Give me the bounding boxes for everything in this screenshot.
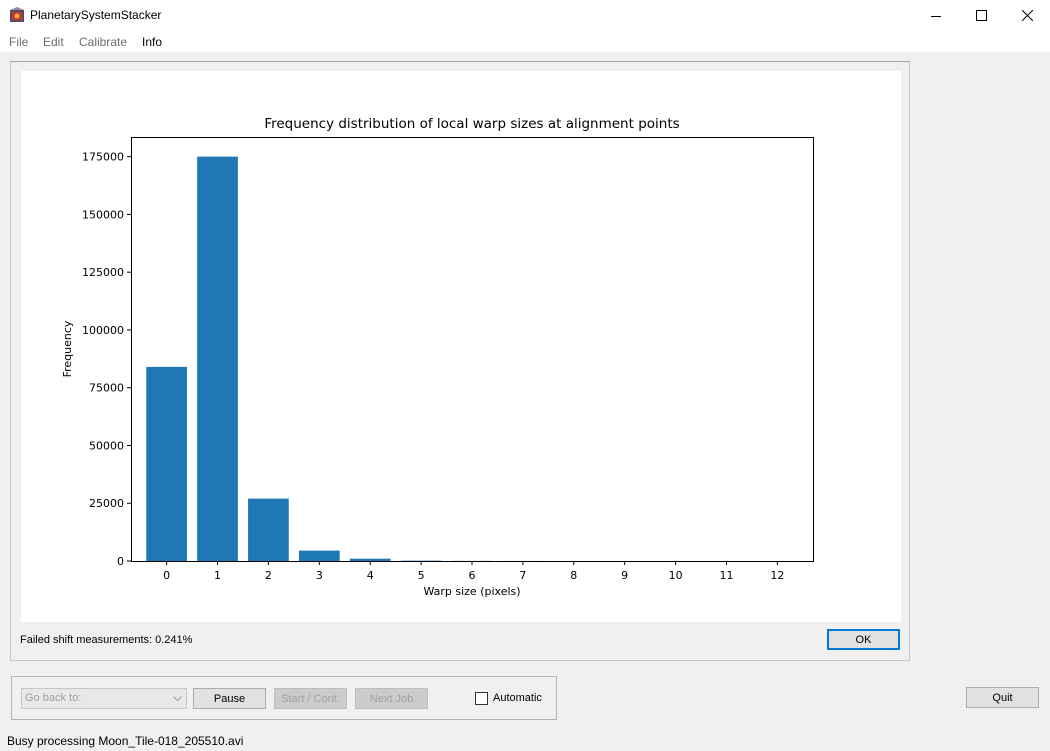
automatic-label: Automatic	[493, 692, 542, 704]
go-back-label: Go back to:	[25, 692, 82, 704]
status-text: Busy processing Moon_Tile-018_205510.avi	[7, 734, 244, 748]
main-area: Frequency distribution of local warp siz…	[0, 52, 1050, 730]
menu-calibrate[interactable]: Calibrate	[79, 35, 127, 49]
warp-size-chart: Frequency distribution of local warp siz…	[61, 116, 814, 598]
x-tick-label: 4	[367, 569, 374, 582]
x-tick-label: 3	[316, 569, 323, 582]
bar-0	[146, 366, 187, 561]
minimize-icon	[931, 15, 941, 17]
y-tick-label: 175000	[82, 151, 124, 164]
x-tick-label: 1	[214, 569, 221, 582]
pause-button[interactable]: Pause	[193, 688, 266, 709]
title-bar: PlanetarySystemStacker	[0, 0, 1050, 31]
x-tick-label: 0	[163, 569, 170, 582]
start-continue-button[interactable]: Start / Cont.	[274, 688, 347, 709]
y-tick-label: 0	[117, 555, 124, 568]
x-axis-label: Warp size (pixels)	[423, 585, 520, 598]
go-back-select[interactable]: Go back to:	[21, 688, 187, 709]
menu-bar: File Edit Calibrate Info	[0, 31, 1050, 52]
bar-1	[197, 156, 238, 561]
maximize-button[interactable]	[958, 0, 1004, 31]
x-tick-label: 2	[265, 569, 272, 582]
chevron-down-icon	[173, 693, 182, 705]
menu-edit[interactable]: Edit	[43, 35, 64, 49]
x-tick-label: 6	[469, 569, 476, 582]
x-tick-label: 11	[719, 569, 733, 582]
x-tick-label: 7	[519, 569, 526, 582]
minimize-button[interactable]	[913, 0, 959, 31]
maximize-icon	[975, 10, 987, 21]
y-tick-label: 50000	[89, 439, 124, 452]
window-title: PlanetarySystemStacker	[30, 8, 162, 22]
app-icon	[9, 7, 25, 23]
x-tick-label: 9	[621, 569, 628, 582]
x-tick-label: 10	[669, 569, 683, 582]
x-tick-label: 8	[570, 569, 577, 582]
y-tick-label: 150000	[82, 208, 124, 221]
y-tick-label: 125000	[82, 266, 124, 279]
plot-canvas: Frequency distribution of local warp siz…	[21, 71, 901, 622]
job-controls: Go back to: Pause Start / Cont. Next Job…	[11, 676, 557, 720]
menu-info[interactable]: Info	[142, 35, 162, 49]
automatic-checkbox[interactable]	[475, 692, 488, 705]
y-axis-label: Frequency	[61, 320, 74, 377]
bar-4	[349, 558, 391, 561]
y-tick-label: 75000	[89, 382, 124, 395]
x-tick-label: 12	[770, 569, 784, 582]
bar-2	[248, 498, 289, 561]
x-tick-label: 5	[418, 569, 425, 582]
bar-3	[298, 550, 340, 561]
close-icon	[1021, 10, 1033, 21]
y-tick-label: 25000	[89, 497, 124, 510]
quit-button[interactable]: Quit	[966, 687, 1039, 708]
menu-file[interactable]: File	[9, 35, 28, 49]
result-panel: Frequency distribution of local warp siz…	[10, 61, 910, 661]
y-tick-label: 100000	[82, 324, 124, 337]
ok-button[interactable]: OK	[827, 629, 900, 650]
chart-title: Frequency distribution of local warp siz…	[264, 116, 679, 132]
close-button[interactable]	[1004, 0, 1050, 31]
status-bar: Busy processing Moon_Tile-018_205510.avi	[0, 730, 1050, 751]
next-job-button[interactable]: Next Job	[355, 688, 428, 709]
failed-shift-text: Failed shift measurements: 0.241%	[20, 634, 193, 646]
